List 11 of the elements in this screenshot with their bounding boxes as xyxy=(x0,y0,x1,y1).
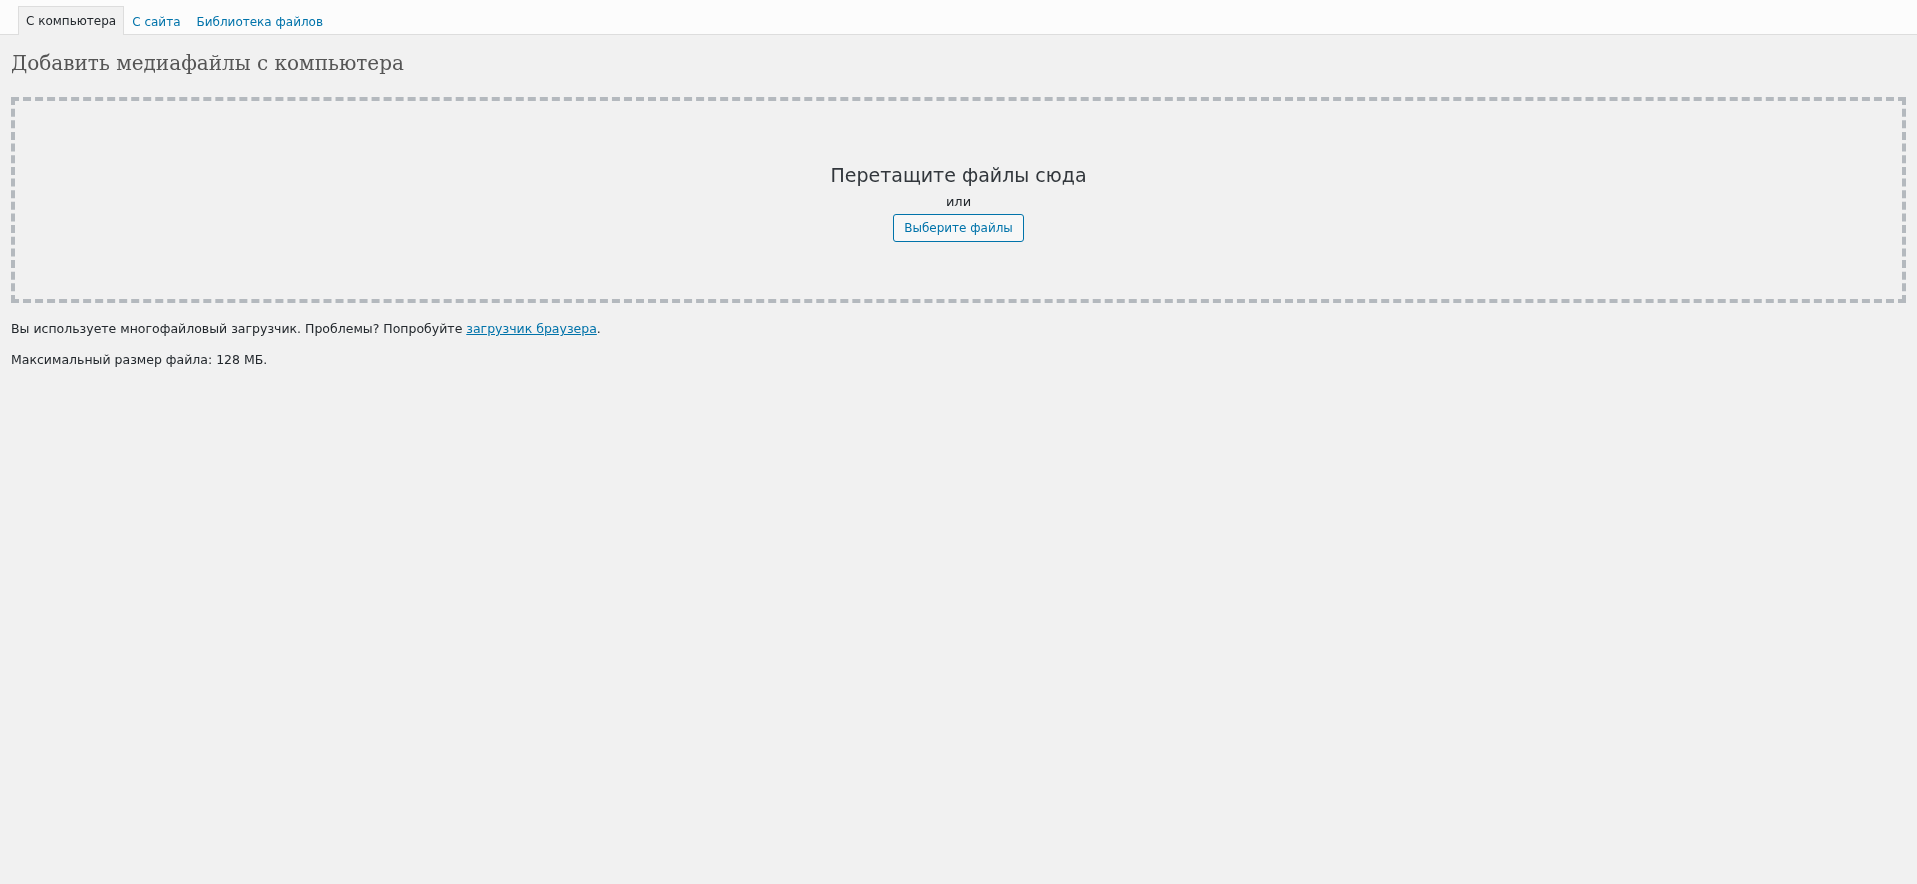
page-heading: Добавить медиафайлы с компьютера xyxy=(11,50,405,77)
or-text: или xyxy=(945,194,972,209)
max-size-text: Максимальный размер файла: 128 МБ. xyxy=(11,352,269,367)
drop-title: Перетащите файлы сюда xyxy=(830,164,1087,186)
select-files-button[interactable]: Выберите файлы xyxy=(893,214,1024,242)
uploader-notice: Вы используете многофайловый загрузчик. Проблемы? Попробуйте загрузчик браузера. xyxy=(11,321,602,336)
tab[interactable]: С компьютера xyxy=(18,6,125,35)
browser-uploader-link[interactable]: загрузчик браузера xyxy=(466,321,597,336)
drop-zone[interactable]: Перетащите файлы сюда или Выберите файлы xyxy=(11,97,1906,303)
tab[interactable]: С сайта xyxy=(124,7,189,35)
tab[interactable]: Библиотека файлов xyxy=(188,7,332,35)
